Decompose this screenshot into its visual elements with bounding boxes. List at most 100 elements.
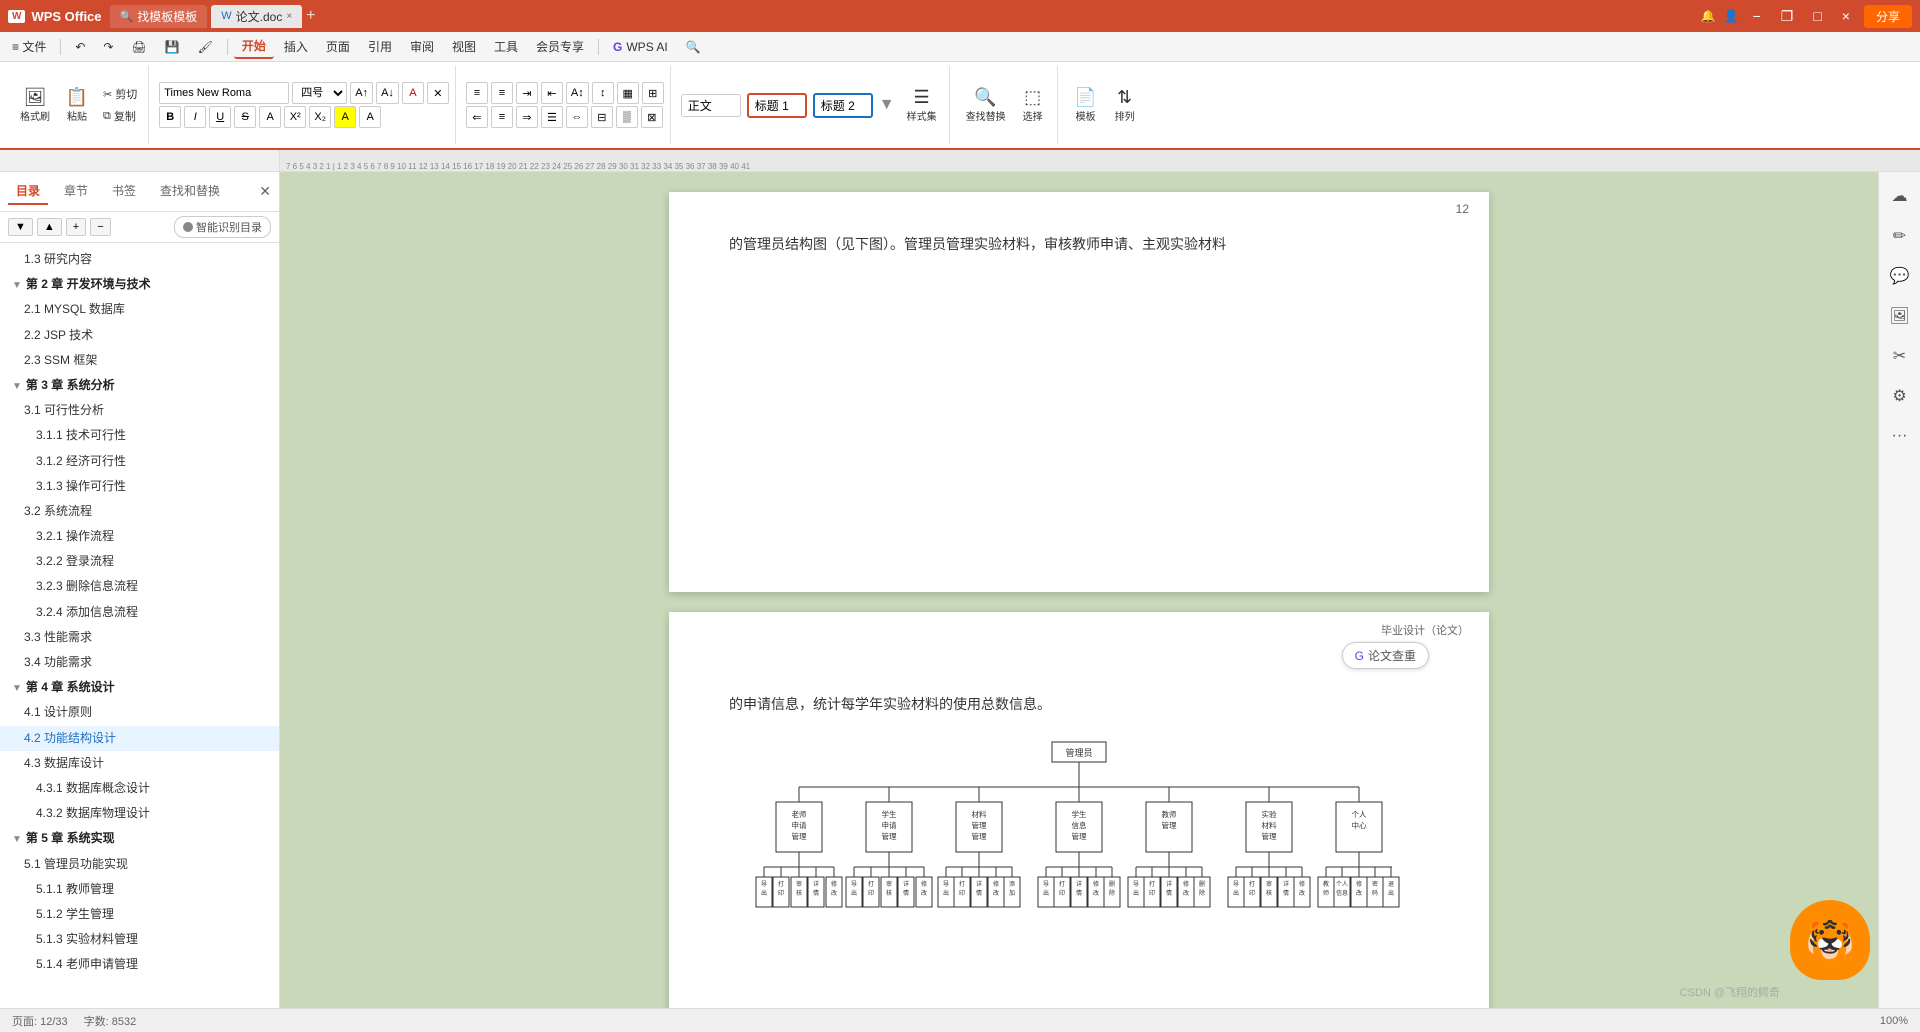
- bold-btn[interactable]: B: [159, 106, 181, 128]
- sidebar-tab-bookmark[interactable]: 书签: [104, 178, 144, 205]
- toc-item[interactable]: 3.4 功能需求: [0, 650, 279, 675]
- copy-btn[interactable]: ⧉ 复制: [98, 106, 142, 126]
- toc-item[interactable]: 4.3.2 数据库物理设计: [0, 801, 279, 826]
- ribbon-tab-page[interactable]: 页面: [318, 35, 358, 58]
- superscript-btn[interactable]: X²: [284, 106, 306, 128]
- toc-item[interactable]: 2.1 MYSQL 数据库: [0, 297, 279, 322]
- toc-item[interactable]: 5.1.4 老师申请管理: [0, 952, 279, 977]
- toc-item[interactable]: ▼第 5 章 系统实现: [0, 826, 279, 851]
- format-brush[interactable]: 🖌: [190, 37, 221, 57]
- justify-btn[interactable]: ☰: [541, 106, 563, 128]
- paste-btn[interactable]: 📋 粘贴: [59, 85, 95, 126]
- menu-file[interactable]: ≡ 文件: [4, 35, 54, 58]
- text-dir-btn[interactable]: A↕: [566, 82, 589, 104]
- font-grow-btn[interactable]: A↑: [350, 82, 373, 104]
- toc-item[interactable]: ▼第 3 章 系统分析: [0, 373, 279, 398]
- ribbon-tab-vip[interactable]: 会员专享: [528, 35, 592, 58]
- toc-item[interactable]: 4.3.1 数据库概念设计: [0, 776, 279, 801]
- sidebar-close-btn[interactable]: ✕: [259, 183, 271, 200]
- underline-btn[interactable]: U: [209, 106, 231, 128]
- outdent-btn[interactable]: ⇤: [541, 82, 563, 104]
- edit-btn[interactable]: ✏: [1884, 220, 1916, 252]
- wps-ai-button[interactable]: G WPS AI: [605, 37, 676, 57]
- find-replace-btn[interactable]: 🔍 查找替换: [960, 85, 1012, 126]
- toc-item[interactable]: 3.2.1 操作流程: [0, 524, 279, 549]
- share-button[interactable]: 分享: [1864, 5, 1912, 28]
- sidebar-tab-chapter[interactable]: 章节: [56, 178, 96, 205]
- style-zhengwen[interactable]: 正文: [681, 94, 741, 117]
- style-set-btn[interactable]: ☰ 样式集: [901, 85, 943, 126]
- sidebar-tab-findreplace[interactable]: 查找和替换: [152, 178, 228, 205]
- toc-item[interactable]: 5.1.2 学生管理: [0, 902, 279, 927]
- search-button[interactable]: 🔍: [678, 37, 709, 57]
- template-btn[interactable]: 📄 模板: [1068, 85, 1104, 126]
- style-biaoti2[interactable]: 标题 2: [813, 93, 873, 118]
- highlight-btn[interactable]: A: [334, 106, 356, 128]
- ribbon-tab-insert[interactable]: 插入: [276, 35, 316, 58]
- special-btn[interactable]: ⊠: [641, 106, 663, 128]
- ol-btn[interactable]: ≡: [466, 82, 488, 104]
- maximize-button[interactable]: □: [1807, 6, 1827, 26]
- image-btn[interactable]: 🖼: [1884, 300, 1916, 332]
- toc-arrow-down[interactable]: ▼: [8, 218, 33, 236]
- ribbon-tab-tools[interactable]: 工具: [486, 35, 526, 58]
- redo-button[interactable]: ↷: [95, 37, 121, 57]
- cloud-btn[interactable]: ☁: [1884, 180, 1916, 212]
- sidebar-tab-toc[interactable]: 目录: [8, 178, 48, 205]
- cut-btn[interactable]: ✂ 剪切: [98, 84, 142, 104]
- para-settings-btn[interactable]: ⊞: [642, 82, 664, 104]
- toc-item[interactable]: 2.2 JSP 技术: [0, 323, 279, 348]
- font-shrink-btn[interactable]: A↓: [376, 82, 399, 104]
- comment-btn[interactable]: 💬: [1884, 260, 1916, 292]
- save-button[interactable]: 💾: [157, 37, 188, 57]
- toc-item[interactable]: 3.3 性能需求: [0, 625, 279, 650]
- clear-format-btn[interactable]: ✕: [427, 82, 449, 104]
- indent-btn[interactable]: ⇥: [516, 82, 538, 104]
- border-btn[interactable]: ⊟: [591, 106, 613, 128]
- subscript-btn[interactable]: X₂: [309, 106, 331, 128]
- cols-btn[interactable]: ▦: [617, 82, 639, 104]
- shading-btn[interactable]: A: [359, 106, 381, 128]
- align-left-btn[interactable]: ⇐: [466, 106, 488, 128]
- toc-item[interactable]: 3.1.3 操作可行性: [0, 474, 279, 499]
- toc-arrow-up[interactable]: ▲: [37, 218, 62, 236]
- scissors-btn[interactable]: ✂: [1884, 340, 1916, 372]
- toc-item[interactable]: 3.1 可行性分析: [0, 398, 279, 423]
- align-center-btn[interactable]: ≡: [491, 106, 513, 128]
- strikethrough-btn[interactable]: S: [234, 106, 256, 128]
- template-search-tab[interactable]: 🔍 找模板模板: [110, 5, 208, 28]
- font-name-input[interactable]: [159, 82, 289, 104]
- ribbon-tab-start[interactable]: 开始: [234, 34, 274, 59]
- doc-area[interactable]: 12 的管理员结构图（见下图）。管理员管理实验材料，审核教师申请、主观实验材料 …: [280, 172, 1878, 1008]
- toc-item[interactable]: ▼第 2 章 开发环境与技术: [0, 272, 279, 297]
- toc-item[interactable]: 3.2 系统流程: [0, 499, 279, 524]
- shading2-btn[interactable]: ▒: [616, 106, 638, 128]
- select-btn[interactable]: ⬚ 选择: [1015, 85, 1051, 126]
- new-tab-button[interactable]: +: [306, 7, 315, 25]
- toc-item[interactable]: 4.3 数据库设计: [0, 751, 279, 776]
- format-btn[interactable]: 🖼 格式刷: [14, 85, 56, 126]
- ribbon-tab-view[interactable]: 视图: [444, 35, 484, 58]
- ribbon-tab-reference[interactable]: 引用: [360, 35, 400, 58]
- toc-item[interactable]: 3.1.1 技术可行性: [0, 423, 279, 448]
- font-size-select[interactable]: 四号三号小四: [292, 82, 347, 104]
- linespace-btn[interactable]: ↕: [592, 82, 614, 104]
- toc-add[interactable]: +: [66, 218, 86, 236]
- doc-tab-close[interactable]: ×: [286, 11, 292, 22]
- lunjia-float-btn[interactable]: G 论文查重: [1342, 642, 1429, 669]
- toc-item[interactable]: 3.1.2 经济可行性: [0, 449, 279, 474]
- toc-item[interactable]: 3.2.4 添加信息流程: [0, 600, 279, 625]
- toc-item[interactable]: 1.3 研究内容: [0, 247, 279, 272]
- font-color-btn[interactable]: A: [402, 82, 424, 104]
- align-right-btn[interactable]: ⇒: [516, 106, 538, 128]
- sort-btn[interactable]: ⇅ 排列: [1107, 85, 1143, 126]
- settings-btn[interactable]: ⚙: [1884, 380, 1916, 412]
- style-biaoti1[interactable]: 标题 1: [747, 93, 807, 118]
- toc-item[interactable]: 4.2 功能结构设计: [0, 726, 279, 751]
- print-button[interactable]: 🖨: [123, 37, 154, 57]
- toc-item[interactable]: 3.2.2 登录流程: [0, 549, 279, 574]
- toc-item[interactable]: 5.1 管理员功能实现: [0, 852, 279, 877]
- italic-btn[interactable]: I: [184, 106, 206, 128]
- toc-item[interactable]: 5.1.1 教师管理: [0, 877, 279, 902]
- toc-item[interactable]: ▼第 4 章 系统设计: [0, 675, 279, 700]
